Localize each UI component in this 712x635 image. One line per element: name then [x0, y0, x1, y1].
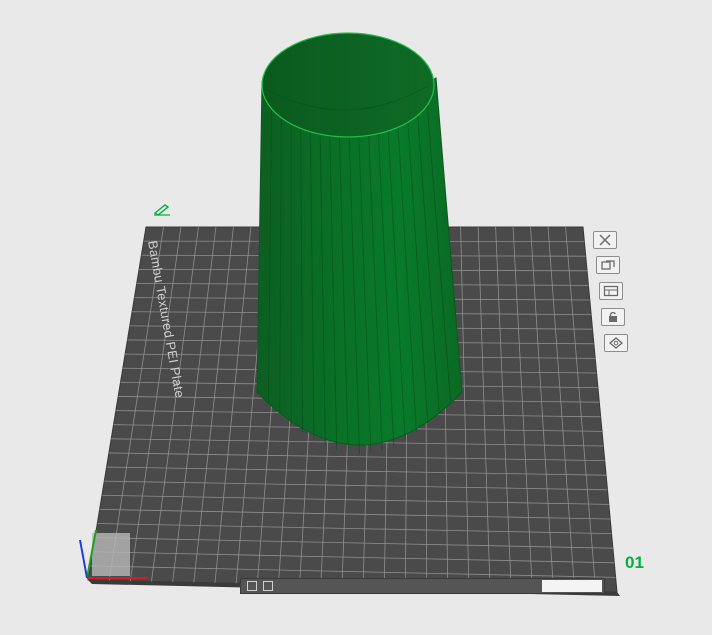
edit-plate-name-icon[interactable]	[153, 202, 171, 216]
plate-corner-marker	[92, 533, 130, 576]
plate-settings-icon	[603, 285, 619, 297]
plate-object-icon	[247, 581, 257, 591]
plate-settings-button[interactable]	[599, 282, 623, 300]
plate-object-icon-2	[263, 581, 273, 591]
plate-number[interactable]: 01	[625, 553, 644, 573]
lock-plate-button[interactable]	[601, 308, 625, 326]
plate-object-bar[interactable]	[240, 578, 605, 594]
orient-icon	[608, 337, 624, 349]
3d-viewport[interactable]: Bambu Textured PEI Plate 01	[0, 0, 712, 635]
vase-opening	[261, 32, 435, 138]
arrange-icon	[601, 260, 615, 270]
vase-model[interactable]	[256, 32, 463, 455]
close-icon	[599, 234, 611, 246]
plate-object-bar-field	[542, 580, 602, 592]
auto-arrange-button[interactable]	[596, 256, 620, 274]
orient-button[interactable]	[604, 334, 628, 352]
remove-plate-button[interactable]	[593, 231, 617, 249]
lock-icon	[609, 311, 617, 322]
